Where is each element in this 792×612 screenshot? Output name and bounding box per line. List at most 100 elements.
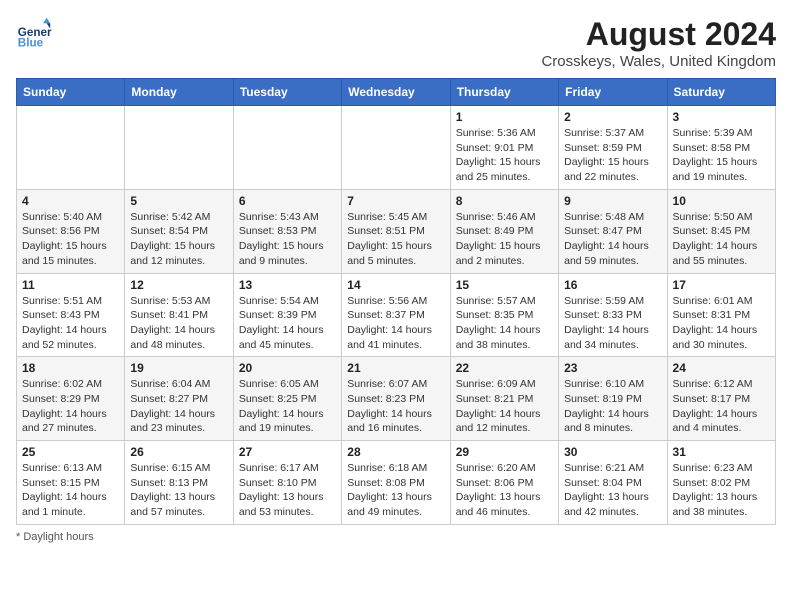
day-number: 15 [456,278,553,292]
day-info: Sunrise: 6:10 AM Sunset: 8:19 PM Dayligh… [564,377,661,436]
calendar-week-row: 11 Sunrise: 5:51 AM Sunset: 8:43 PM Dayli… [17,273,776,357]
header: General Blue August 2024 Crosskeys, Wale… [16,16,776,70]
svg-text:Blue: Blue [18,37,44,50]
calendar-header-friday: Friday [559,79,667,106]
day-number: 9 [564,194,661,208]
day-info: Sunrise: 5:42 AM Sunset: 8:54 PM Dayligh… [130,210,227,269]
day-number: 16 [564,278,661,292]
calendar-week-row: 18Sunrise: 6:02 AM Sunset: 8:29 PM Dayli… [17,357,776,441]
calendar-title: August 2024 [541,16,776,53]
calendar-header-sunday: Sunday [17,79,125,106]
day-info: Sunrise: 5:51 AM Sunset: 8:43 PM Dayligh… [22,294,119,353]
calendar-cell: 17Sunrise: 6:01 AM Sunset: 8:31 PM Dayli… [667,273,775,357]
day-info: Sunrise: 6:21 AM Sunset: 8:04 PM Dayligh… [564,461,661,520]
calendar-cell: 10 Sunrise: 5:50 AM Sunset: 8:45 PM Dayli… [667,189,775,273]
calendar-cell: 12Sunrise: 5:53 AM Sunset: 8:41 PM Dayli… [125,273,233,357]
day-info: Sunrise: 5:45 AM Sunset: 8:51 PM Dayligh… [347,210,444,269]
day-number: 17 [673,278,770,292]
day-number: 2 [564,110,661,124]
calendar-header-monday: Monday [125,79,233,106]
day-number: 14 [347,278,444,292]
calendar-cell: 29 Sunrise: 6:20 AM Sunset: 8:06 PM Dayli… [450,441,558,525]
logo: General Blue [16,16,52,52]
day-number: 28 [347,445,444,459]
day-number: 31 [673,445,770,459]
calendar-cell: 19Sunrise: 6:04 AM Sunset: 8:27 PM Dayli… [125,357,233,441]
day-number: 21 [347,361,444,375]
day-info: Sunrise: 6:09 AM Sunset: 8:21 PM Dayligh… [456,377,553,436]
day-number: 18 [22,361,119,375]
calendar-cell [125,106,233,190]
calendar-cell: 18Sunrise: 6:02 AM Sunset: 8:29 PM Dayli… [17,357,125,441]
footer-note-text: Daylight hours [23,531,93,543]
day-info: Sunrise: 5:53 AM Sunset: 8:41 PM Dayligh… [130,294,227,353]
calendar-cell: 11 Sunrise: 5:51 AM Sunset: 8:43 PM Dayli… [17,273,125,357]
day-number: 20 [239,361,336,375]
title-area: August 2024 Crosskeys, Wales, United Kin… [541,16,776,70]
day-number: 30 [564,445,661,459]
day-info: Sunrise: 6:23 AM Sunset: 8:02 PM Dayligh… [673,461,770,520]
logo-icon: General Blue [16,16,52,52]
day-info: Sunrise: 6:17 AM Sunset: 8:10 PM Dayligh… [239,461,336,520]
day-number: 23 [564,361,661,375]
day-info: Sunrise: 5:37 AM Sunset: 8:59 PM Dayligh… [564,126,661,185]
calendar-header-saturday: Saturday [667,79,775,106]
day-info: Sunrise: 5:57 AM Sunset: 8:35 PM Dayligh… [456,294,553,353]
day-info: Sunrise: 5:39 AM Sunset: 8:58 PM Dayligh… [673,126,770,185]
calendar-cell: 3 Sunrise: 5:39 AM Sunset: 8:58 PM Daylig… [667,106,775,190]
day-info: Sunrise: 6:07 AM Sunset: 8:23 PM Dayligh… [347,377,444,436]
calendar-cell: 27 Sunrise: 6:17 AM Sunset: 8:10 PM Dayli… [233,441,341,525]
calendar-week-row: 1Sunrise: 5:36 AM Sunset: 9:01 PM Daylig… [17,106,776,190]
day-number: 1 [456,110,553,124]
calendar-cell: 20 Sunrise: 6:05 AM Sunset: 8:25 PM Dayli… [233,357,341,441]
day-info: Sunrise: 6:12 AM Sunset: 8:17 PM Dayligh… [673,377,770,436]
day-number: 8 [456,194,553,208]
calendar-cell: 6Sunrise: 5:43 AM Sunset: 8:53 PM Daylig… [233,189,341,273]
day-info: Sunrise: 6:13 AM Sunset: 8:15 PM Dayligh… [22,461,119,520]
day-info: Sunrise: 5:40 AM Sunset: 8:56 PM Dayligh… [22,210,119,269]
calendar-cell: 13Sunrise: 5:54 AM Sunset: 8:39 PM Dayli… [233,273,341,357]
calendar-cell: 9 Sunrise: 5:48 AM Sunset: 8:47 PM Daylig… [559,189,667,273]
calendar-cell: 26Sunrise: 6:15 AM Sunset: 8:13 PM Dayli… [125,441,233,525]
day-number: 24 [673,361,770,375]
calendar-cell: 7Sunrise: 5:45 AM Sunset: 8:51 PM Daylig… [342,189,450,273]
calendar-cell: 15 Sunrise: 5:57 AM Sunset: 8:35 PM Dayli… [450,273,558,357]
day-number: 10 [673,194,770,208]
day-number: 19 [130,361,227,375]
day-info: Sunrise: 5:56 AM Sunset: 8:37 PM Dayligh… [347,294,444,353]
day-number: 5 [130,194,227,208]
day-info: Sunrise: 5:50 AM Sunset: 8:45 PM Dayligh… [673,210,770,269]
calendar-header-thursday: Thursday [450,79,558,106]
calendar-cell: 25 Sunrise: 6:13 AM Sunset: 8:15 PM Dayli… [17,441,125,525]
calendar-cell [233,106,341,190]
calendar-header-tuesday: Tuesday [233,79,341,106]
day-number: 11 [22,278,119,292]
day-info: Sunrise: 5:43 AM Sunset: 8:53 PM Dayligh… [239,210,336,269]
day-info: Sunrise: 6:05 AM Sunset: 8:25 PM Dayligh… [239,377,336,436]
calendar-cell [342,106,450,190]
calendar-cell [17,106,125,190]
day-info: Sunrise: 6:15 AM Sunset: 8:13 PM Dayligh… [130,461,227,520]
footer-note: * Daylight hours [16,531,776,543]
day-number: 3 [673,110,770,124]
day-info: Sunrise: 5:48 AM Sunset: 8:47 PM Dayligh… [564,210,661,269]
calendar-header-wednesday: Wednesday [342,79,450,106]
day-number: 29 [456,445,553,459]
day-number: 27 [239,445,336,459]
calendar-cell: 23 Sunrise: 6:10 AM Sunset: 8:19 PM Dayli… [559,357,667,441]
calendar-cell: 2 Sunrise: 5:37 AM Sunset: 8:59 PM Daylig… [559,106,667,190]
calendar-cell: 8Sunrise: 5:46 AM Sunset: 8:49 PM Daylig… [450,189,558,273]
calendar-cell: 1Sunrise: 5:36 AM Sunset: 9:01 PM Daylig… [450,106,558,190]
calendar-week-row: 25 Sunrise: 6:13 AM Sunset: 8:15 PM Dayli… [17,441,776,525]
calendar-cell: 22Sunrise: 6:09 AM Sunset: 8:21 PM Dayli… [450,357,558,441]
calendar-cell: 14 Sunrise: 5:56 AM Sunset: 8:37 PM Dayli… [342,273,450,357]
calendar-cell: 21 Sunrise: 6:07 AM Sunset: 8:23 PM Dayli… [342,357,450,441]
calendar-cell: 4 Sunrise: 5:40 AM Sunset: 8:56 PM Daylig… [17,189,125,273]
day-info: Sunrise: 6:20 AM Sunset: 8:06 PM Dayligh… [456,461,553,520]
calendar-cell: 5 Sunrise: 5:42 AM Sunset: 8:54 PM Daylig… [125,189,233,273]
day-number: 4 [22,194,119,208]
day-number: 25 [22,445,119,459]
calendar-subtitle: Crosskeys, Wales, United Kingdom [541,53,776,70]
day-info: Sunrise: 6:18 AM Sunset: 8:08 PM Dayligh… [347,461,444,520]
day-info: Sunrise: 5:54 AM Sunset: 8:39 PM Dayligh… [239,294,336,353]
